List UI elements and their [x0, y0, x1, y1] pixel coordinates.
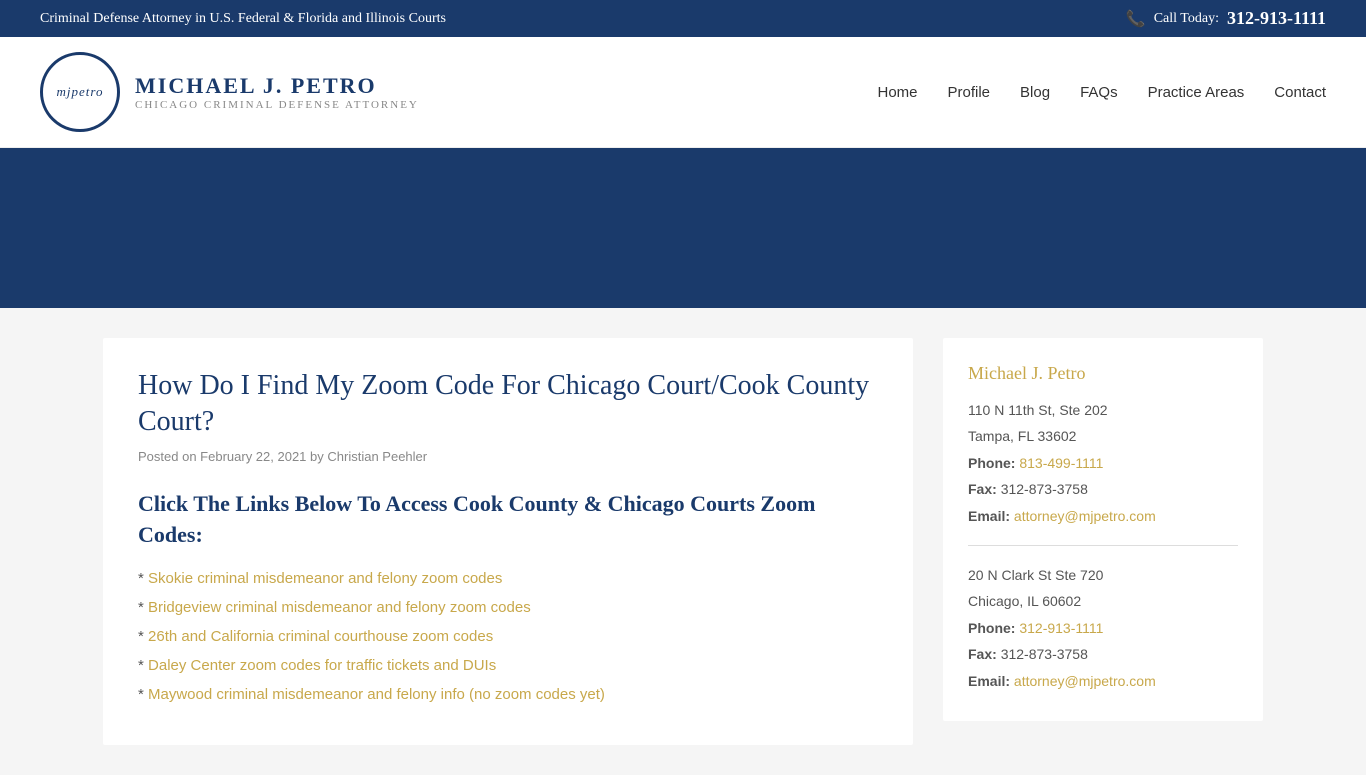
email1-link[interactable]: attorney@mjpetro.com	[1014, 508, 1156, 524]
main-nav: Home Profile Blog FAQs Practice Areas Co…	[877, 84, 1326, 101]
post-title: How Do I Find My Zoom Code For Chicago C…	[138, 368, 878, 441]
meta-posted: Posted on	[138, 449, 197, 464]
phone1-link[interactable]: 813-499-1111	[1019, 455, 1103, 471]
nav-practice-areas[interactable]: Practice Areas	[1148, 84, 1245, 101]
site-header: mjpetro MICHAEL J. PETRO CHICAGO CRIMINA…	[0, 37, 1366, 148]
address1-line2: Tampa, FL 33602	[968, 425, 1238, 447]
top-bar: Criminal Defense Attorney in U.S. Federa…	[0, 0, 1366, 37]
phone1-label: Phone:	[968, 455, 1015, 471]
list-prefix: *	[138, 686, 148, 703]
sidebar-divider	[968, 545, 1238, 546]
phone-area: 📞 Call Today: 312-913-1111	[1126, 8, 1326, 29]
meta-author: Christian Peehler	[327, 449, 427, 464]
phone2-label: Phone:	[968, 620, 1015, 636]
logo-area: mjpetro MICHAEL J. PETRO CHICAGO CRIMINA…	[40, 52, 419, 132]
zoom-link-bridgeview[interactable]: Bridgeview criminal misdemeanor and felo…	[148, 599, 531, 616]
main-container: How Do I Find My Zoom Code For Chicago C…	[83, 308, 1283, 775]
top-phone-number: 312-913-1111	[1227, 8, 1326, 29]
post-meta: Posted on February 22, 2021 by Christian…	[138, 449, 878, 464]
address2-line2: Chicago, IL 60602	[968, 590, 1238, 612]
phone2-line: Phone: 312-913-1111	[968, 617, 1238, 639]
tagline: Criminal Defense Attorney in U.S. Federa…	[40, 11, 446, 27]
fax2-value: 312-873-3758	[1001, 646, 1088, 662]
sidebar-contact-card: Michael J. Petro 110 N 11th St, Ste 202 …	[943, 338, 1263, 721]
sidebar: Michael J. Petro 110 N 11th St, Ste 202 …	[943, 338, 1263, 745]
zoom-link-skokie[interactable]: Skokie criminal misdemeanor and felony z…	[148, 570, 502, 587]
call-today-label: Call Today:	[1154, 11, 1219, 27]
nav-profile[interactable]: Profile	[948, 84, 991, 101]
zoom-links-list: * Skokie criminal misdemeanor and felony…	[138, 570, 878, 703]
email1-label: Email:	[968, 508, 1010, 524]
content-area: How Do I Find My Zoom Code For Chicago C…	[103, 338, 913, 745]
list-prefix: *	[138, 628, 148, 645]
email1-line: Email: attorney@mjpetro.com	[968, 505, 1238, 527]
phone1-line: Phone: 813-499-1111	[968, 452, 1238, 474]
zoom-link-daley[interactable]: Daley Center zoom codes for traffic tick…	[148, 657, 496, 674]
fax1-label: Fax:	[968, 481, 997, 497]
fax1-line: Fax: 312-873-3758	[968, 478, 1238, 500]
phone2-link[interactable]: 312-913-1111	[1019, 620, 1103, 636]
sidebar-contact-name: Michael J. Petro	[968, 363, 1238, 384]
email2-line: Email: attorney@mjpetro.com	[968, 670, 1238, 692]
list-prefix: *	[138, 657, 148, 674]
fax1-value: 312-873-3758	[1001, 481, 1088, 497]
list-prefix: *	[138, 570, 148, 587]
logo-circle: mjpetro	[40, 52, 120, 132]
nav-blog[interactable]: Blog	[1020, 84, 1050, 101]
list-item: * Bridgeview criminal misdemeanor and fe…	[138, 599, 878, 616]
logo-text: MICHAEL J. PETRO CHICAGO CRIMINAL DEFENS…	[135, 73, 419, 111]
meta-date: February 22, 2021	[200, 449, 306, 464]
nav-contact[interactable]: Contact	[1274, 84, 1326, 101]
phone-icon: 📞	[1126, 9, 1146, 29]
lawyer-subtitle: CHICAGO CRIMINAL DEFENSE ATTORNEY	[135, 99, 419, 111]
nav-faqs[interactable]: FAQs	[1080, 84, 1118, 101]
address2-line1: 20 N Clark St Ste 720	[968, 564, 1238, 586]
email2-link[interactable]: attorney@mjpetro.com	[1014, 673, 1156, 689]
post-subtitle: Click The Links Below To Access Cook Cou…	[138, 489, 878, 551]
email2-label: Email:	[968, 673, 1010, 689]
fax2-line: Fax: 312-873-3758	[968, 643, 1238, 665]
address1-line1: 110 N 11th St, Ste 202	[968, 399, 1238, 421]
list-item: * Daley Center zoom codes for traffic ti…	[138, 657, 878, 674]
list-item: * Maywood criminal misdemeanor and felon…	[138, 686, 878, 703]
logo-initials: mjpetro	[57, 84, 104, 100]
nav-home[interactable]: Home	[877, 84, 917, 101]
lawyer-name: MICHAEL J. PETRO	[135, 73, 419, 99]
list-item: * Skokie criminal misdemeanor and felony…	[138, 570, 878, 587]
hero-banner	[0, 148, 1366, 308]
fax2-label: Fax:	[968, 646, 997, 662]
zoom-link-26th[interactable]: 26th and California criminal courthouse …	[148, 628, 493, 645]
list-item: * 26th and California criminal courthous…	[138, 628, 878, 645]
zoom-link-maywood[interactable]: Maywood criminal misdemeanor and felony …	[148, 686, 605, 703]
meta-by: by	[310, 449, 324, 464]
list-prefix: *	[138, 599, 148, 616]
